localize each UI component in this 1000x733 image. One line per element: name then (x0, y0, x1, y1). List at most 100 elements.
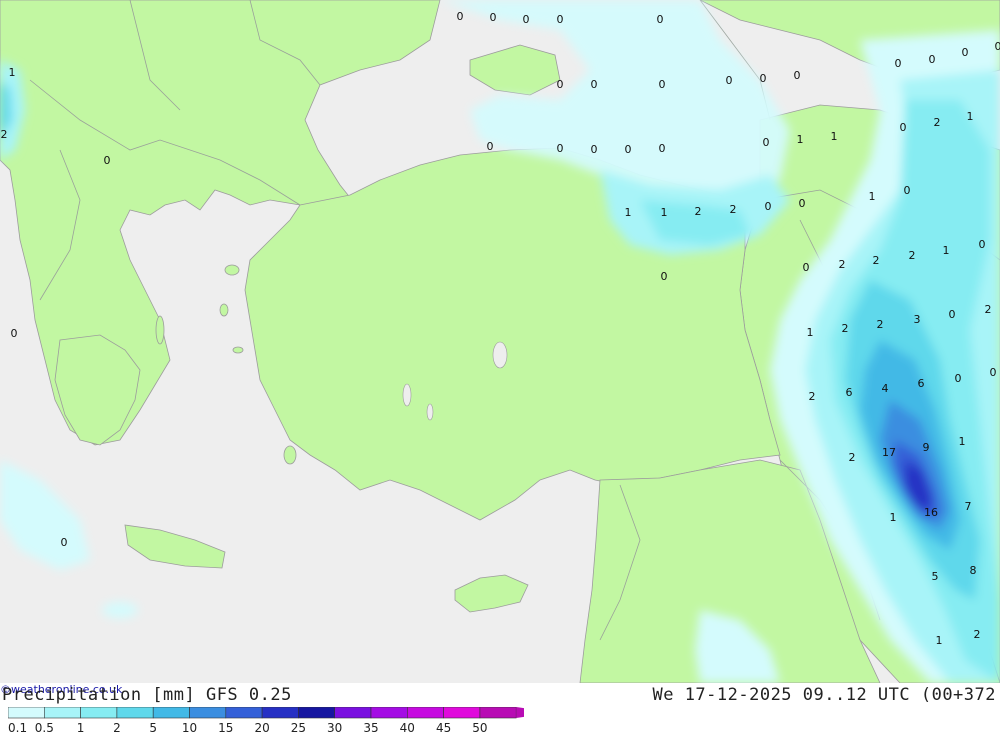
lake-beysehir (402, 383, 412, 407)
legend-arrow (516, 707, 524, 718)
legend-swatch (189, 707, 227, 719)
precip-label: 2 (974, 628, 981, 641)
precip-label: 1 (936, 634, 943, 647)
legend-tick-label: 25 (291, 721, 306, 733)
precip-label: 0 (995, 40, 1000, 53)
precip-label: 2 (909, 249, 916, 262)
precip-label: 2 (695, 205, 702, 218)
precip-label: 2 (809, 390, 816, 403)
legend-tick-label: 20 (254, 721, 269, 733)
precip-label: 0 (929, 53, 936, 66)
precip-label: 0 (487, 140, 494, 153)
precip-label: 0 (962, 46, 969, 59)
legend-tick-label: 30 (327, 721, 342, 733)
legend-tick-label: 0.5 (35, 721, 54, 733)
precip-label: 0 (490, 11, 497, 24)
precip-label: 1 (625, 206, 632, 219)
legend-tick-label: 1 (77, 721, 85, 733)
precip-label: 2 (849, 451, 856, 464)
precip-label: 2 (839, 258, 846, 271)
precip-label: 0 (661, 270, 668, 283)
legend-tick-label: 0.1 (8, 721, 27, 733)
legend-swatch (225, 707, 263, 719)
precip-label: 1 (967, 110, 974, 123)
legend-swatch (152, 707, 190, 719)
precipitation-map: 0 0 0 0 0 1 2 0 0 0 0 0 0 0 0 0 0 0 0 1 … (0, 0, 1000, 683)
precip-label: 2 (842, 322, 849, 335)
valid-time: We 17-12-2025 09..12 UTC (00+372 (652, 685, 996, 705)
legend-swatch (298, 707, 335, 719)
precip-label: 2 (1, 128, 8, 141)
legend-tick-label: 2 (113, 721, 121, 733)
precip-label: 0 (979, 238, 986, 251)
legend-tick-label: 15 (218, 721, 233, 733)
precip-label: 0 (659, 142, 666, 155)
precip-label: 4 (882, 382, 889, 395)
precip-label: 0 (990, 366, 997, 379)
precip-label: 7 (965, 500, 972, 513)
map-title: Precipitation [mm] GFS 0.25 (2, 685, 292, 705)
legend-tick-label: 45 (436, 721, 451, 733)
land-samos (232, 346, 244, 354)
precip-label: 1 (959, 435, 966, 448)
legend-swatch (43, 707, 81, 719)
legend-tick-label: 10 (182, 721, 197, 733)
precip-label: 0 (659, 78, 666, 91)
precip-label: 0 (557, 142, 564, 155)
precip-label: 0 (803, 261, 810, 274)
precip-label: 1 (797, 133, 804, 146)
precip-label: 8 (970, 564, 977, 577)
precip-label: 6 (918, 377, 925, 390)
precip-label: 0 (895, 57, 902, 70)
precip-label: 0 (457, 10, 464, 23)
legend-tick-label: 5 (149, 721, 157, 733)
precip-label: 1 (9, 66, 16, 79)
legend-swatch (261, 707, 299, 719)
precip-label: 0 (763, 136, 770, 149)
precip-label: 0 (591, 143, 598, 156)
precip-label: 1 (831, 130, 838, 143)
legend-swatch (116, 707, 154, 719)
precip-label: 1 (807, 326, 814, 339)
precip-label: 0 (765, 200, 772, 213)
precip-label: 0 (760, 72, 767, 85)
precip-label: 1 (661, 206, 668, 219)
precip-label: 1 (869, 190, 876, 203)
precip-label: 0 (104, 154, 111, 167)
precip-label: 0 (904, 184, 911, 197)
precip-zone-crete-south (102, 602, 138, 618)
precip-label: 0 (799, 197, 806, 210)
precip-label: 1 (890, 511, 897, 524)
precip-label: 2 (873, 254, 880, 267)
legend-swatch (334, 707, 372, 719)
precip-label: 2 (877, 318, 884, 331)
precip-label: 16 (924, 506, 938, 519)
precip-label: 0 (523, 13, 530, 26)
precip-label: 0 (726, 74, 733, 87)
precip-label: 3 (914, 313, 921, 326)
color-legend: 0.1 0.5 1 2 5 10 15 20 25 30 35 40 45 50 (8, 707, 524, 733)
precip-label: 2 (934, 116, 941, 129)
lake-tuz (492, 341, 508, 369)
precip-label: 0 (657, 13, 664, 26)
legend-tick-label: 50 (472, 721, 487, 733)
land-rhodes (283, 445, 297, 465)
legend-swatch (8, 707, 45, 719)
precip-label: 0 (949, 308, 956, 321)
lake-egirdir (426, 403, 434, 421)
legend-swatch (80, 707, 118, 719)
land-euboea (155, 315, 165, 345)
precip-label: 0 (11, 327, 18, 340)
legend-swatch (370, 707, 408, 719)
precip-label: 0 (557, 78, 564, 91)
land-chios (219, 303, 229, 317)
precip-label: 0 (955, 372, 962, 385)
legend-tick-label: 40 (400, 721, 415, 733)
precip-label: 0 (557, 13, 564, 26)
land-lesbos (224, 264, 240, 276)
map-footer: Precipitation [mm] GFS 0.25 We 17-12-202… (0, 683, 1000, 733)
precip-label: 0 (625, 143, 632, 156)
legend-swatch (479, 707, 517, 719)
precip-label: 1 (943, 244, 950, 257)
precip-label: 9 (923, 441, 930, 454)
